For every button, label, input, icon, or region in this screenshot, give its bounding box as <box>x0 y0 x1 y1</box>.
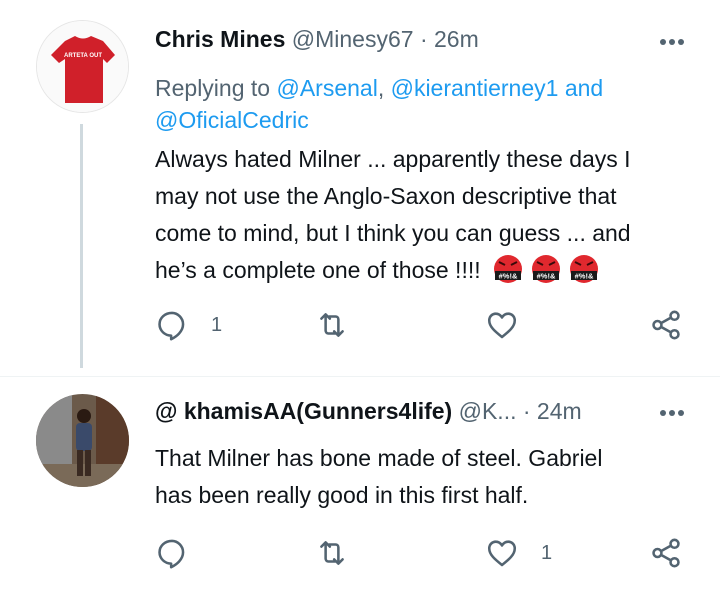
profile-photo <box>36 394 129 487</box>
mention-comma: , <box>377 75 385 101</box>
cursing-face-emoji-icon: #%!& <box>570 255 599 283</box>
emoji-row: #%!& #%!& #%!& <box>487 255 601 283</box>
emoji-symbols: #%!& <box>499 272 518 281</box>
mention-oficialcedric[interactable]: @OficialCedric <box>155 107 309 133</box>
user-handle[interactable]: @K... <box>459 398 517 424</box>
tweet-khamisaa: @ khamisAA(Gunners4life) @K... · 24m Tha… <box>0 376 720 598</box>
like-count: 1 <box>541 541 553 564</box>
shirt-text: ARTETA OUT <box>64 53 102 59</box>
replying-to-label: Replying to <box>155 75 271 101</box>
thread-line <box>80 124 83 368</box>
tweet-text-line-last: he’s a complete one of those !!!! #%!& #%… <box>155 252 695 289</box>
tweet-text: That Milner has bone made of steel. Gabr… <box>155 440 695 514</box>
timestamp[interactable]: 24m <box>537 398 582 424</box>
tweet-text-line: he’s a complete one of those !!!! <box>155 257 481 283</box>
like-button[interactable]: 1 <box>485 536 552 570</box>
tweet-chris-mines: ARTETA OUT Chris Mines @Minesy67 · 26m R… <box>0 0 720 376</box>
cursing-face-emoji-icon: #%!& <box>532 255 561 283</box>
mention-and-word: and <box>564 75 604 101</box>
reply-button[interactable]: 1 <box>155 308 222 342</box>
avatar-khamisaa[interactable] <box>36 394 129 487</box>
cursing-face-emoji-icon: #%!& <box>494 255 523 283</box>
heart-icon <box>487 312 517 339</box>
display-name[interactable]: @ khamisAA(Gunners4life) <box>155 398 452 424</box>
more-icon[interactable] <box>657 39 684 45</box>
tweet-actions: 1 <box>155 536 695 576</box>
tweet-text: Always hated Milner ... apparently these… <box>155 141 695 289</box>
retweet-icon <box>320 541 344 565</box>
avatar-chris-mines[interactable]: ARTETA OUT <box>36 20 129 113</box>
like-button[interactable] <box>485 308 541 342</box>
mention-kierantierney1[interactable]: @kierantierney1 <box>391 75 559 101</box>
replying-to: Replying to @Arsenal, @kierantierney1 an… <box>155 72 675 136</box>
red-shirt-image: ARTETA OUT <box>37 21 128 112</box>
emoji-symbols: #%!& <box>575 272 594 281</box>
heart-icon <box>487 540 517 567</box>
separator-dot: · <box>419 26 428 52</box>
share-button[interactable] <box>649 308 683 342</box>
share-button[interactable] <box>649 536 683 570</box>
tweet-header: Chris Mines @Minesy67 · 26m <box>155 26 479 53</box>
tweet-text-line: may not use the Anglo-Saxon descriptive … <box>155 183 617 209</box>
tweet-text-line: has been really good in this first half. <box>155 482 529 508</box>
mention-arsenal[interactable]: @Arsenal <box>276 75 377 101</box>
tweet-actions: 1 <box>155 308 695 348</box>
timestamp[interactable]: 26m <box>434 26 479 52</box>
reply-count: 1 <box>211 313 223 336</box>
reply-icon <box>158 311 185 341</box>
tweet-text-line: come to mind, but I think you can guess … <box>155 220 631 246</box>
emoji-symbols: #%!& <box>537 272 556 281</box>
reply-button[interactable] <box>155 536 211 570</box>
reply-icon <box>158 539 185 569</box>
tweet-text-line: Always hated Milner ... apparently these… <box>155 146 631 172</box>
separator-dot: · <box>522 398 531 424</box>
tweet-header: @ khamisAA(Gunners4life) @K... · 24m <box>155 398 582 425</box>
share-icon <box>652 310 680 340</box>
retweet-icon <box>320 313 344 337</box>
retweet-button[interactable] <box>315 308 371 342</box>
display-name[interactable]: Chris Mines <box>155 26 285 52</box>
user-handle[interactable]: @Minesy67 <box>292 26 414 52</box>
retweet-button[interactable] <box>315 536 371 570</box>
tweet-text-line: That Milner has bone made of steel. Gabr… <box>155 445 603 471</box>
share-icon <box>652 538 680 568</box>
more-icon[interactable] <box>657 410 684 416</box>
